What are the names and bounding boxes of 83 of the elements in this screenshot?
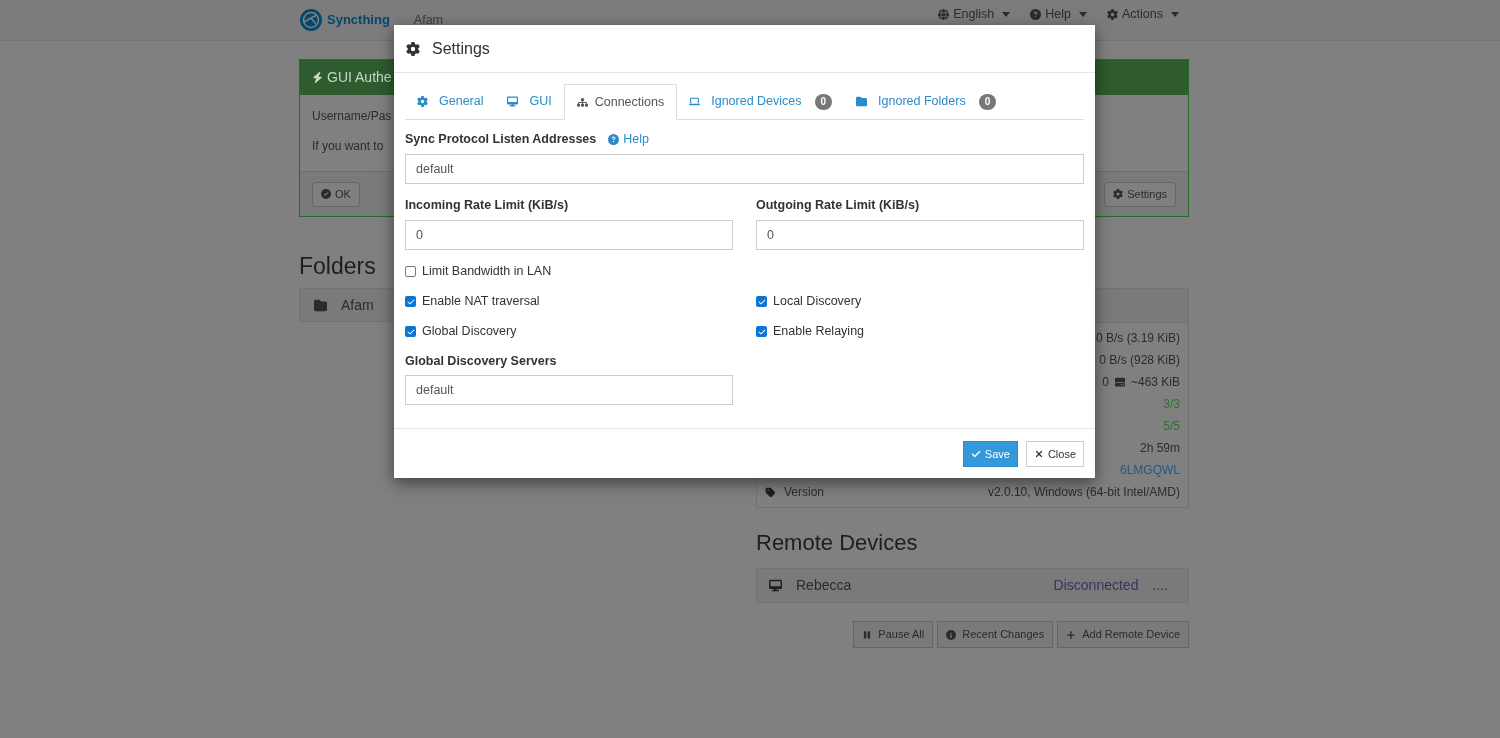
close-icon bbox=[1033, 448, 1044, 459]
close-button[interactable]: Close bbox=[1025, 440, 1084, 467]
notice-button[interactable]: Settings bbox=[1104, 181, 1176, 207]
field-label: Incoming Rate Limit (KiB/s) bbox=[405, 196, 569, 214]
checkbox-option[interactable]: Enable Relaying bbox=[756, 321, 865, 342]
text-field[interactable]: default bbox=[405, 375, 733, 406]
notice-text: If you want to bbox=[312, 138, 384, 155]
logo-icon bbox=[299, 8, 323, 32]
question-icon bbox=[1030, 8, 1042, 20]
checkbox[interactable] bbox=[756, 326, 767, 337]
pause-icon bbox=[862, 629, 873, 640]
notice-title: GUI Authe bbox=[327, 68, 392, 87]
text-field[interactable]: 0 bbox=[405, 219, 733, 250]
checkbox-option[interactable]: Limit Bandwidth in LAN bbox=[405, 261, 552, 282]
question-icon bbox=[608, 133, 620, 145]
notice-text: Username/Pas bbox=[312, 108, 392, 125]
device-status: Disconnected bbox=[1053, 576, 1139, 595]
tab[interactable]: GUI bbox=[495, 84, 564, 119]
checkbox-option[interactable]: Enable NAT traversal bbox=[405, 291, 540, 312]
text-field[interactable]: default bbox=[405, 153, 1084, 184]
field-label: Global Discovery Servers bbox=[405, 352, 557, 370]
notice-button[interactable]: OK bbox=[312, 181, 360, 207]
info-icon bbox=[946, 629, 957, 640]
field-label: Sync Protocol Listen Addresses bbox=[405, 131, 597, 148]
navbar-menu[interactable]: Help bbox=[1030, 7, 1087, 21]
navbar-menu[interactable]: Actions bbox=[1107, 7, 1179, 21]
property-value: 2h 59m bbox=[1139, 440, 1180, 457]
property-value: v2.0.10, Windows (64-bit Intel/AMD) bbox=[987, 484, 1180, 501]
property-value: 0 B/s (928 KiB) bbox=[1099, 352, 1180, 369]
text-field[interactable]: 0 bbox=[756, 219, 1084, 250]
save-button[interactable]: Save bbox=[962, 440, 1018, 467]
remote-devices-heading: Remote Devices bbox=[756, 529, 918, 557]
device-icon bbox=[769, 579, 782, 592]
help-link[interactable]: Help bbox=[608, 130, 649, 149]
gear-icon bbox=[406, 41, 420, 56]
caret-icon bbox=[1002, 11, 1011, 17]
checkbox[interactable] bbox=[405, 296, 416, 307]
brand-name[interactable]: Syncthing bbox=[327, 10, 390, 30]
device-name: Afam bbox=[413, 11, 444, 29]
caret-icon bbox=[1079, 11, 1087, 17]
field-label: Outgoing Rate Limit (KiB/s) bbox=[756, 196, 920, 214]
action-button[interactable]: Pause All bbox=[853, 621, 934, 648]
tab[interactable]: Ignored Devices 0 bbox=[677, 84, 845, 119]
dialog-title: Settings bbox=[432, 38, 490, 59]
laptop-icon bbox=[689, 96, 701, 107]
tab[interactable]: General bbox=[405, 84, 496, 119]
check-icon bbox=[970, 448, 981, 459]
tag-icon bbox=[765, 486, 776, 498]
property-label: Version bbox=[784, 484, 825, 501]
monitor-icon bbox=[507, 96, 519, 107]
checkbox[interactable] bbox=[405, 266, 416, 277]
property-value: ~463 KiB bbox=[1130, 374, 1180, 391]
device-menu: .... bbox=[1152, 575, 1176, 596]
tab[interactable]: Connections bbox=[563, 84, 678, 120]
folder-icon bbox=[314, 298, 327, 312]
checkbox-option[interactable]: Local Discovery bbox=[756, 291, 862, 312]
checkbox[interactable] bbox=[756, 296, 767, 307]
device-row[interactable]: Rebecca Disconnected .... bbox=[756, 568, 1189, 603]
drive-icon bbox=[1114, 377, 1125, 387]
property-value: 5/5 bbox=[1163, 418, 1180, 435]
caret-icon bbox=[1171, 11, 1179, 17]
property-value: 6LMGQWL bbox=[1120, 462, 1180, 479]
checkbox-option[interactable]: Global Discovery bbox=[405, 321, 517, 342]
folder-icon bbox=[856, 96, 868, 107]
tab[interactable]: Ignored Folders 0 bbox=[844, 84, 1009, 119]
hierarchy-icon bbox=[576, 96, 588, 108]
action-button[interactable]: Add Remote Device bbox=[1057, 621, 1189, 648]
checkbox[interactable] bbox=[405, 326, 416, 337]
device-name: Rebecca bbox=[796, 576, 852, 595]
bolt-icon bbox=[312, 72, 323, 83]
property-value: 0 bbox=[1102, 374, 1109, 391]
folders-heading: Folders bbox=[299, 252, 376, 281]
count-badge: 0 bbox=[978, 93, 997, 110]
plus-icon bbox=[1066, 629, 1077, 640]
globe-icon bbox=[938, 8, 950, 20]
count-badge: 0 bbox=[814, 93, 833, 110]
property-value: 3/3 bbox=[1163, 396, 1180, 413]
action-button[interactable]: Recent Changes bbox=[937, 621, 1054, 648]
property-value: 0 B/s (3.19 KiB) bbox=[1095, 330, 1180, 347]
gear-icon bbox=[1113, 189, 1124, 199]
gear-icon bbox=[417, 96, 428, 107]
navbar-menu[interactable]: English bbox=[938, 7, 1011, 21]
gear-icon bbox=[1107, 8, 1118, 20]
